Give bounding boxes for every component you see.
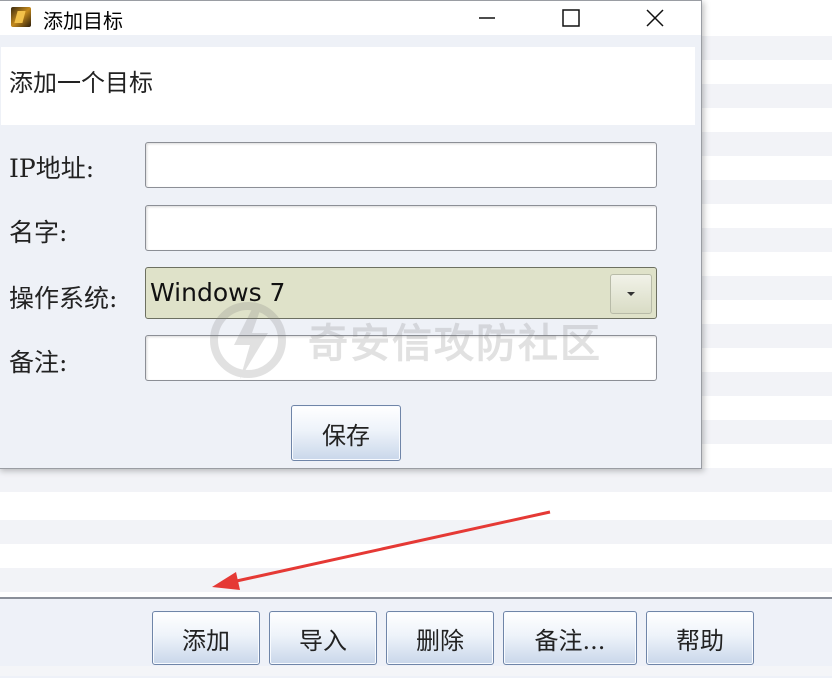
dialog-title: 添加目标 [43, 9, 123, 33]
help-button[interactable]: 帮助 [646, 611, 754, 665]
import-button[interactable]: 导入 [269, 611, 377, 665]
app-logo-icon [11, 7, 31, 27]
maximize-icon [562, 9, 580, 27]
name-input[interactable] [145, 205, 657, 251]
chevron-down-icon [627, 292, 635, 296]
note-input[interactable] [145, 335, 657, 381]
ip-input[interactable] [145, 142, 657, 188]
minimize-icon [479, 17, 495, 19]
os-label: 操作系统: [9, 284, 118, 313]
list-row [0, 468, 832, 492]
dialog-header-panel: 添加一个目标 [1, 47, 695, 125]
close-icon [646, 9, 664, 27]
dialog-titlebar[interactable]: 添加目标 [0, 1, 701, 35]
list-row [0, 520, 832, 544]
os-select[interactable]: Windows 7 [145, 267, 657, 319]
save-button[interactable]: 保存 [291, 405, 401, 461]
note-label: 备注: [9, 348, 68, 377]
close-button[interactable] [627, 1, 683, 35]
name-label: 名字: [9, 218, 68, 247]
minimize-button[interactable] [459, 1, 515, 35]
os-select-value: Windows 7 [150, 278, 286, 307]
add-target-dialog: 添加目标 添加一个目标 IP地址: 名字: 操作系统: Windows 7 备注… [0, 0, 702, 469]
add-button[interactable]: 添加 [152, 611, 260, 665]
list-row [0, 568, 832, 592]
delete-button[interactable]: 删除 [386, 611, 494, 665]
ip-label: IP地址: [9, 154, 95, 183]
note-button[interactable]: 备注... [503, 611, 637, 665]
maximize-button[interactable] [543, 1, 599, 35]
os-select-arrow[interactable] [610, 274, 652, 314]
dialog-header-text: 添加一个目标 [9, 69, 153, 97]
bottom-edge [0, 666, 832, 676]
